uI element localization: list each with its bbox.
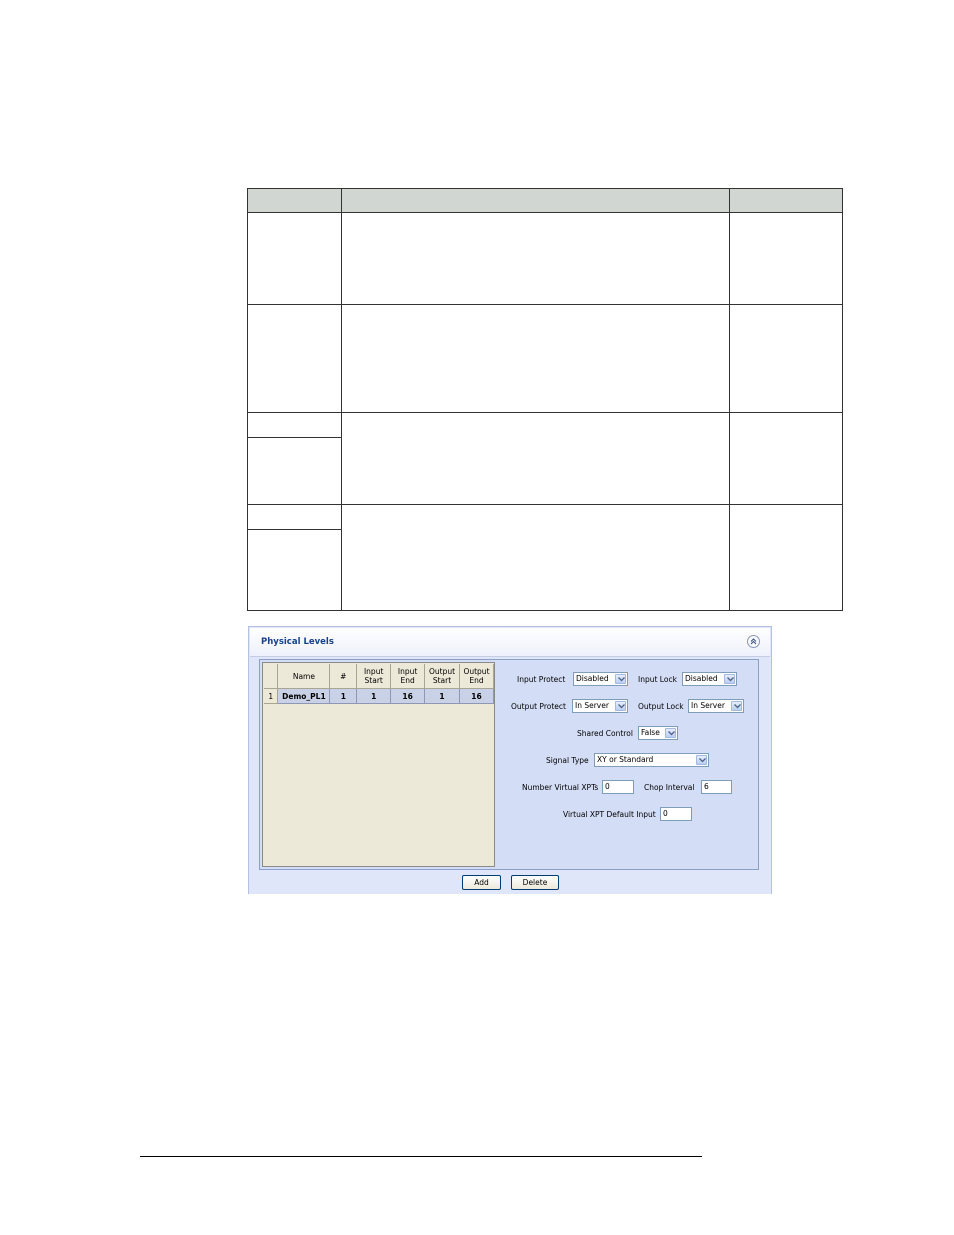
- chevron-down-icon[interactable]: [615, 701, 626, 711]
- table-header-row: [247, 187, 843, 214]
- signal-type-label: Signal Type: [546, 756, 589, 765]
- number-virtual-xpts-input[interactable]: 0: [602, 780, 634, 794]
- chevron-down-icon[interactable]: [731, 701, 742, 711]
- grid-corner: [264, 664, 279, 689]
- table-row: [247, 411, 843, 505]
- virtual-xpt-default-input-field[interactable]: 0: [660, 807, 692, 821]
- chevron-down-icon[interactable]: [696, 755, 707, 765]
- document-table: [247, 187, 843, 612]
- chevron-down-icon[interactable]: [724, 674, 735, 684]
- physical-levels-frame: Name # Input Start Input End Output Star…: [259, 659, 759, 870]
- footer-rule: [140, 1156, 702, 1157]
- table-row: [247, 304, 843, 413]
- panel-title: Physical Levels: [261, 637, 334, 647]
- chevron-down-icon[interactable]: [665, 728, 676, 738]
- shared-control-select[interactable]: False: [638, 726, 678, 740]
- input-protect-select[interactable]: Disabled: [573, 672, 628, 686]
- table-cell: [247, 528, 342, 612]
- virtual-xpt-default-input-label: Virtual XPT Default Input: [563, 810, 656, 819]
- chop-interval-input[interactable]: 6: [701, 780, 732, 794]
- table-header-cell: [341, 187, 730, 214]
- table-cell: [729, 212, 843, 306]
- table-row[interactable]: 1 Demo_PL1 1 1 16 1 16: [264, 688, 495, 704]
- column-header-number[interactable]: #: [329, 664, 358, 689]
- input-protect-value: Disabled: [576, 674, 609, 683]
- table-cell: [729, 304, 843, 413]
- table-cell: [341, 503, 730, 612]
- chop-interval-label: Chop Interval: [644, 783, 695, 792]
- levels-grid-area: Name # Input Start Input End Output Star…: [262, 662, 495, 867]
- output-lock-value: In Server: [691, 701, 725, 710]
- cell-output-start[interactable]: 1: [424, 688, 460, 704]
- table-header-cell: [729, 187, 843, 214]
- input-lock-select[interactable]: Disabled: [682, 672, 737, 686]
- table-cell: [729, 411, 843, 505]
- column-header-name[interactable]: Name: [277, 664, 331, 689]
- table-row: [247, 212, 843, 306]
- output-protect-value: In Server: [575, 701, 609, 710]
- cell-input-start[interactable]: 1: [356, 688, 392, 704]
- delete-button[interactable]: Delete: [511, 875, 559, 890]
- output-protect-label: Output Protect: [511, 702, 566, 711]
- table-cell: [729, 503, 843, 612]
- row-number: 1: [264, 688, 279, 704]
- column-header-output-start[interactable]: Output Start: [424, 664, 460, 689]
- levels-grid: Name # Input Start Input End Output Star…: [264, 664, 495, 704]
- signal-type-value: XY or Standard: [597, 755, 654, 764]
- cell-name[interactable]: Demo_PL1: [277, 688, 331, 704]
- table-cell: [341, 212, 730, 306]
- column-header-input-start[interactable]: Input Start: [356, 664, 392, 689]
- input-protect-label: Input Protect: [517, 675, 566, 684]
- input-lock-label: Input Lock: [638, 675, 677, 684]
- table-header-cell: [247, 187, 342, 214]
- output-lock-label: Output Lock: [638, 702, 684, 711]
- table-cell: [247, 411, 342, 438]
- column-header-output-end[interactable]: Output End: [459, 664, 495, 689]
- chevron-down-icon[interactable]: [615, 674, 626, 684]
- table-cell: [247, 503, 342, 530]
- collapse-icon[interactable]: [747, 635, 760, 648]
- physical-levels-panel: Physical Levels Name # Input Start Input…: [248, 626, 772, 894]
- cell-output-end[interactable]: 16: [459, 688, 495, 704]
- table-cell: [247, 212, 342, 306]
- output-protect-select[interactable]: In Server: [572, 699, 628, 713]
- table-cell: [247, 304, 342, 413]
- table-cell: [247, 436, 342, 505]
- table-cell: [341, 411, 730, 505]
- cell-input-end[interactable]: 16: [390, 688, 426, 704]
- cell-number[interactable]: 1: [329, 688, 358, 704]
- grid-header-row: Name # Input Start Input End Output Star…: [264, 664, 495, 689]
- table-cell: [341, 304, 730, 413]
- panel-header: Physical Levels: [250, 628, 770, 657]
- signal-type-select[interactable]: XY or Standard: [594, 753, 709, 767]
- add-button[interactable]: Add: [462, 875, 501, 890]
- number-virtual-xpts-label: Number Virtual XPTs: [522, 783, 599, 792]
- table-row: [247, 503, 843, 612]
- input-lock-value: Disabled: [685, 674, 718, 683]
- shared-control-label: Shared Control: [577, 729, 633, 738]
- column-header-input-end[interactable]: Input End: [390, 664, 426, 689]
- shared-control-value: False: [641, 728, 660, 737]
- output-lock-select[interactable]: In Server: [688, 699, 744, 713]
